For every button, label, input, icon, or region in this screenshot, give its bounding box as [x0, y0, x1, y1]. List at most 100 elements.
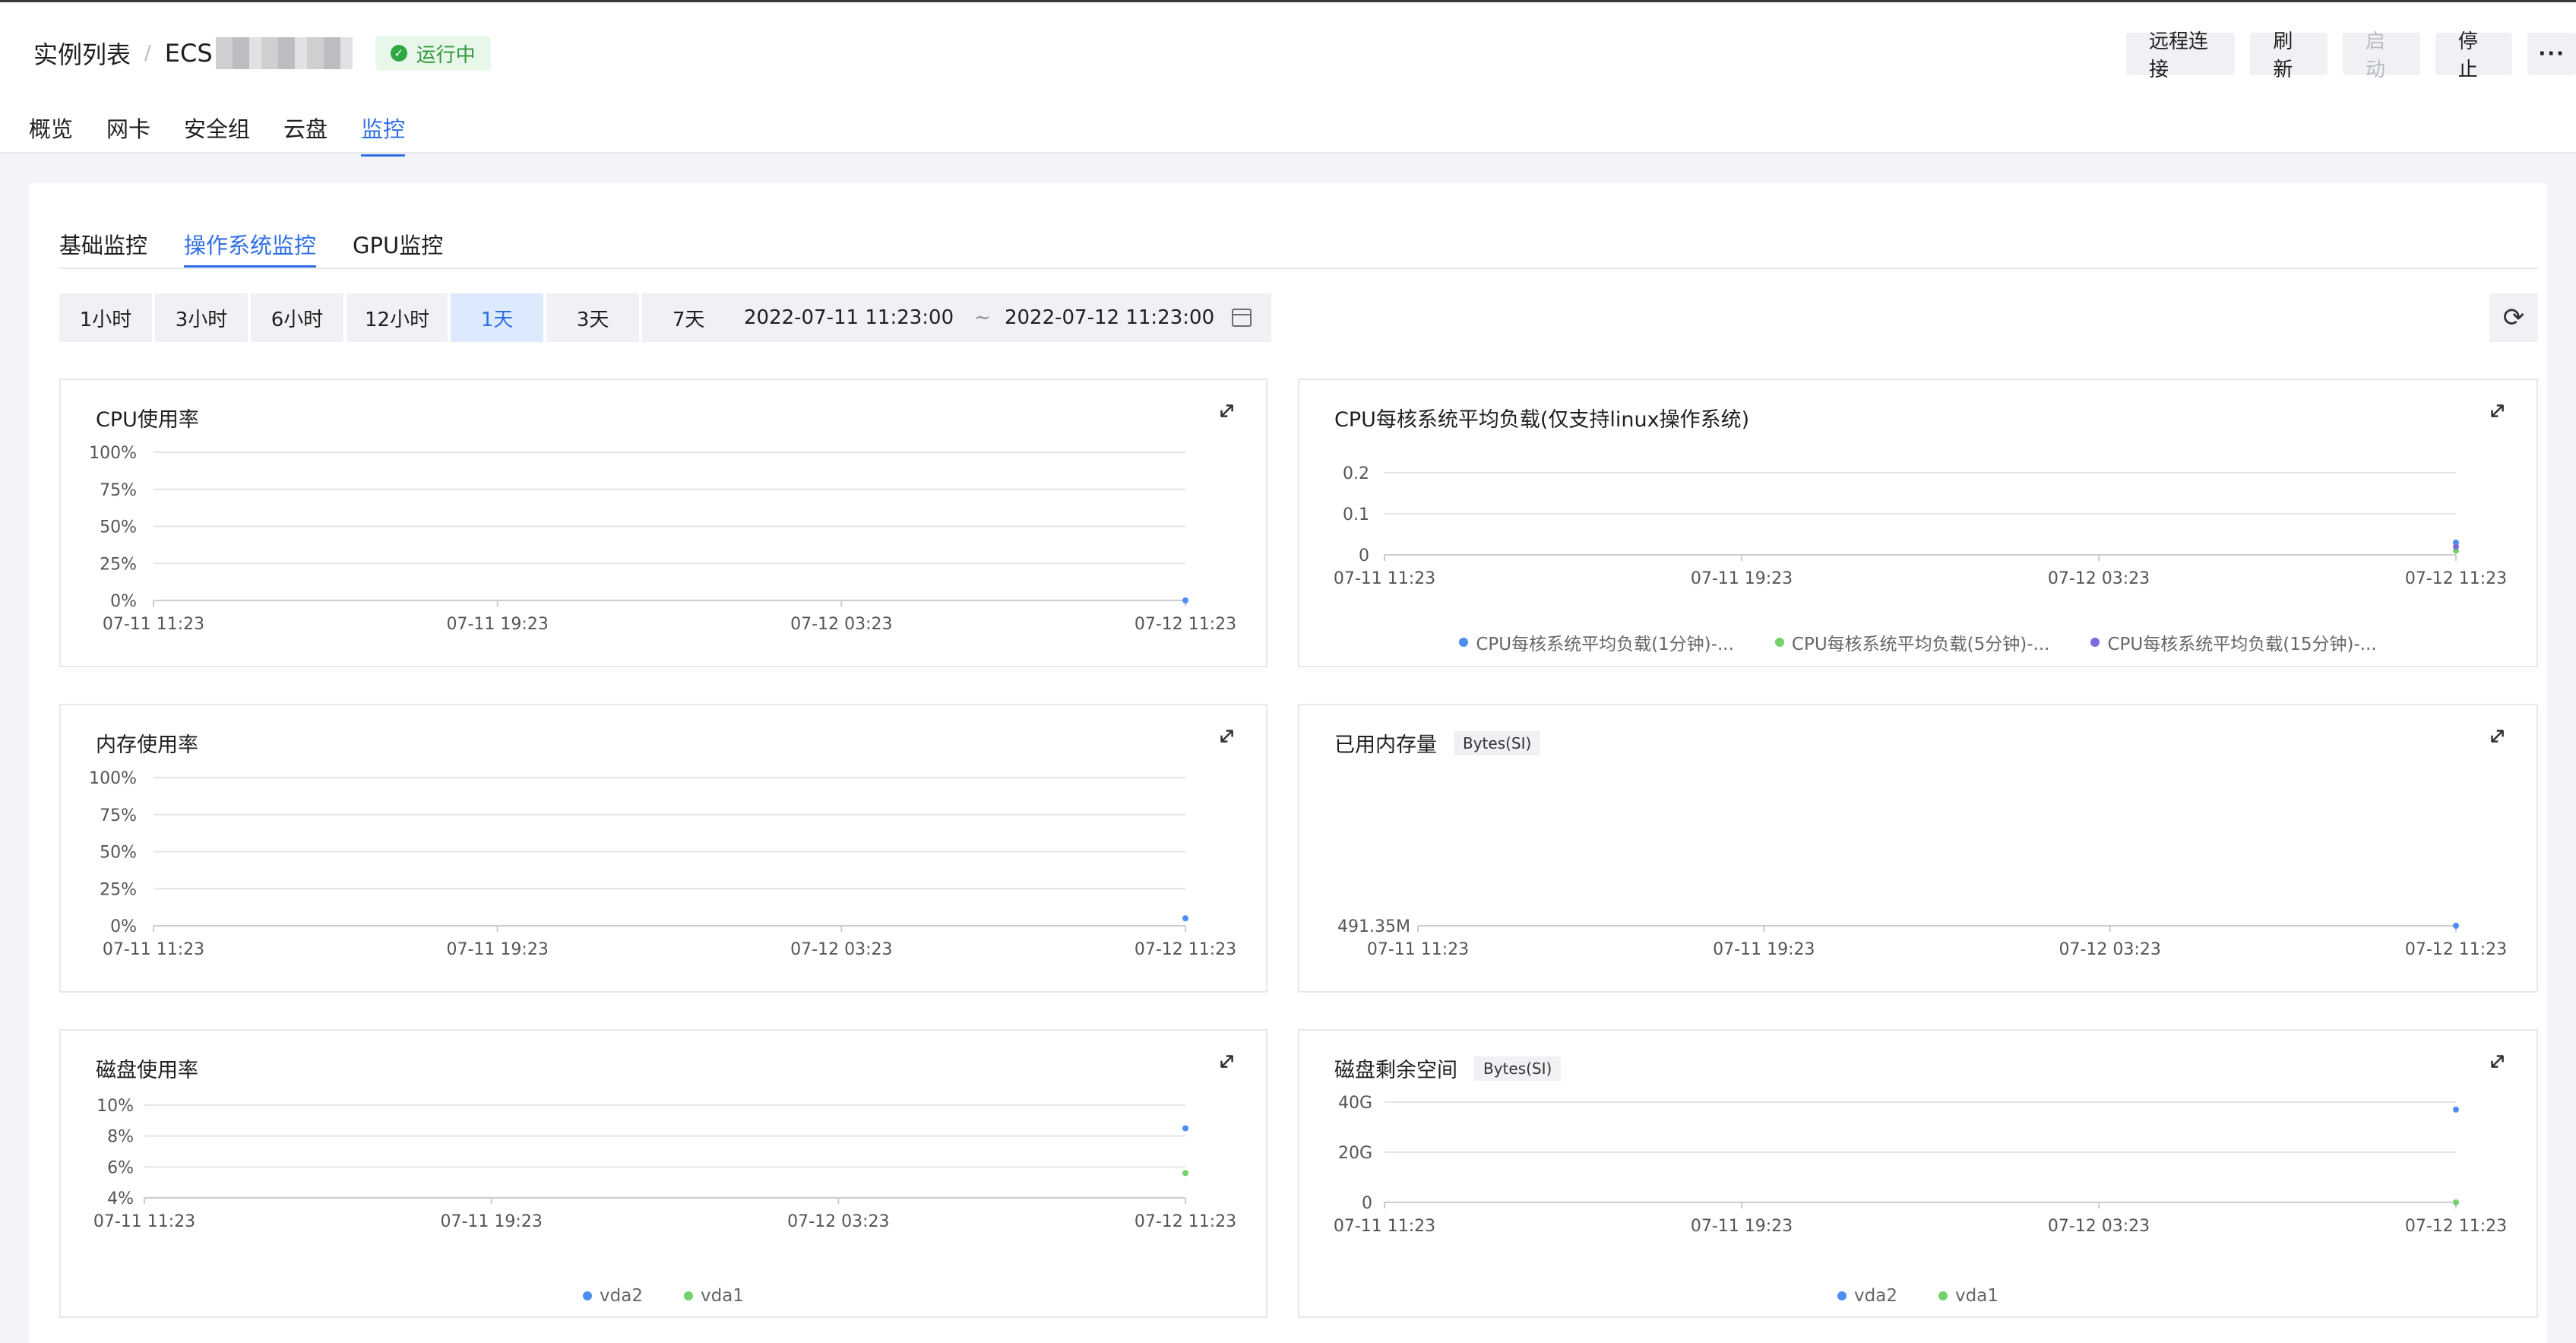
- check-circle-icon: ✓: [390, 45, 407, 62]
- legend-swatch: [2090, 638, 2100, 647]
- legend-item[interactable]: vda2: [1837, 1286, 1897, 1306]
- date-range-picker[interactable]: 2022-07-11 11:23:00 ~ 2022-07-12 11:23:0…: [724, 293, 1271, 342]
- chart-panel-cpu-load: CPU每核系统平均负载(仅支持linux操作系统) ↕ 0.2 0.1 0 07-11…: [1298, 379, 2538, 667]
- chart-panel-memory-usage: 内存使用率 ↕ 100% 75% 50% 25% 0% 07-11 11:23 07-11 …: [59, 704, 1267, 993]
- tab-monitor[interactable]: 监控: [361, 112, 406, 157]
- x-tick-label: 07-12 11:23: [1135, 940, 1236, 959]
- chart-title: 磁盘使用率: [96, 1059, 198, 1082]
- chart-legend: vda2 vda1: [61, 1286, 1266, 1306]
- range-1h-button[interactable]: 1小时: [59, 293, 152, 342]
- legend-item[interactable]: vda1: [1938, 1286, 1998, 1306]
- y-tick-label: 0: [1359, 546, 1369, 565]
- range-3h-button[interactable]: 3小时: [155, 293, 248, 342]
- data-point: [1182, 597, 1188, 603]
- x-tick-label: 07-11 19:23: [1691, 569, 1793, 588]
- range-6h-button[interactable]: 6小时: [251, 293, 343, 342]
- legend-swatch: [1774, 638, 1784, 647]
- y-tick-label: 50%: [100, 518, 137, 537]
- x-tick-label: 07-12 03:23: [2048, 569, 2150, 588]
- chart-legend: vda2 vda1: [1299, 1286, 2536, 1306]
- chart-panel-used-memory: 已用内存量 Bytes(SI) ↕ 491.35M 07-11 11:23 07-11…: [1298, 704, 2538, 993]
- chart-panel-disk-usage: 磁盘使用率 ↕ 10% 8% 6% 4% 07-11 11:23 07-11 19:23 0…: [59, 1029, 1267, 1318]
- tab-disk[interactable]: 云盘: [283, 112, 328, 157]
- remote-connect-button[interactable]: 远程连接: [2126, 30, 2236, 81]
- legend-item[interactable]: CPU每核系统平均负载(5分钟)-...: [1774, 629, 2049, 655]
- y-tick-label: 4%: [107, 1189, 134, 1208]
- stop-button[interactable]: 停止: [2435, 30, 2513, 81]
- legend-item[interactable]: vda2: [583, 1286, 643, 1306]
- chart-title: CPU每核系统平均负载(仅支持linux操作系统): [1334, 408, 1750, 432]
- legend-swatch: [583, 1291, 593, 1300]
- y-tick-label: 75%: [100, 481, 137, 500]
- range-7d-button[interactable]: 7天: [642, 293, 736, 342]
- y-tick-label: 0.2: [1343, 464, 1369, 483]
- range-3d-button[interactable]: 3天: [546, 293, 640, 342]
- subtab-basic-monitor[interactable]: 基础监控: [59, 219, 147, 268]
- y-tick-label: 100%: [89, 444, 137, 463]
- status-text: 运行中: [416, 43, 476, 67]
- x-tick-label: 07-11 19:23: [447, 940, 549, 959]
- legend-item[interactable]: CPU每核系统平均负载(15分钟)-...: [2090, 629, 2377, 655]
- end-date[interactable]: 2022-07-12 11:23:00: [1005, 306, 1232, 329]
- x-tick-label: 07-11 11:23: [103, 940, 204, 959]
- x-tick-label: 07-11 11:23: [103, 615, 204, 634]
- unit-tag: Bytes(SI): [1474, 1056, 1562, 1081]
- instance-tabs: 概览 网卡 安全组 云盘 监控: [29, 112, 406, 157]
- x-tick-label: 07-11 11:23: [1367, 940, 1469, 959]
- refresh-icon[interactable]: ⟳: [2489, 293, 2538, 342]
- y-tick-label: 0%: [110, 917, 137, 936]
- start-button[interactable]: 启动: [2343, 30, 2420, 81]
- chart-title: CPU使用率: [96, 408, 199, 432]
- tab-nic[interactable]: 网卡: [106, 112, 150, 157]
- chart-cpu-usage: 100% 75% 50% 25% 0% 07-11 11:23 07-11 19:23 07-…: [89, 444, 1236, 634]
- y-tick-label: 6%: [107, 1158, 134, 1177]
- data-point: [2453, 1106, 2459, 1113]
- start-date[interactable]: 2022-07-11 11:23:00: [744, 306, 960, 329]
- x-tick-label: 07-12 03:23: [790, 940, 892, 959]
- legend-swatch: [1459, 638, 1469, 647]
- more-actions-button[interactable]: ···: [2527, 33, 2576, 75]
- x-tick-label: 07-11 19:23: [1713, 940, 1815, 959]
- y-tick-label: 0%: [110, 592, 137, 611]
- range-1d-button[interactable]: 1天: [451, 293, 544, 342]
- legend-item[interactable]: CPU每核系统平均负载(1分钟)-...: [1459, 629, 1734, 655]
- chart-title: 内存使用率: [96, 733, 198, 757]
- y-tick-label: 25%: [100, 555, 137, 574]
- subtab-os-monitor[interactable]: 操作系统监控: [184, 219, 317, 268]
- data-point: [1182, 915, 1188, 922]
- y-tick-label: 40G: [1338, 1094, 1372, 1113]
- y-tick-label: 20G: [1338, 1144, 1372, 1163]
- calendar-icon[interactable]: [1232, 309, 1252, 327]
- chart-memory-usage: 100% 75% 50% 25% 0% 07-11 11:23 07-11 19:23 07-…: [89, 769, 1236, 959]
- x-tick-label: 07-12 03:23: [2059, 940, 2161, 959]
- tab-security-group[interactable]: 安全组: [184, 112, 250, 157]
- x-tick-label: 07-12 11:23: [1135, 1212, 1236, 1231]
- x-tick-label: 07-12 11:23: [2405, 1217, 2507, 1236]
- chart-legend: CPU每核系统平均负载(1分钟)-... CPU每核系统平均负载(5分钟)-..…: [1299, 629, 2536, 655]
- y-tick-label: 0.1: [1343, 505, 1369, 524]
- y-tick-label: 10%: [97, 1097, 134, 1116]
- legend-swatch: [684, 1291, 693, 1300]
- chart-panel-cpu-usage: CPU使用率 ↕ 100% 75% 50% 25% 0% 07-11 11:23 07-11…: [59, 379, 1267, 667]
- x-tick-label: 07-12 03:23: [2048, 1217, 2150, 1236]
- range-12h-button[interactable]: 12小时: [347, 293, 448, 342]
- data-point: [2453, 543, 2459, 550]
- y-tick-label: 50%: [100, 844, 137, 863]
- x-tick-label: 07-12 03:23: [787, 1212, 889, 1231]
- legend-swatch: [1938, 1291, 1948, 1300]
- refresh-button[interactable]: 刷新: [2250, 30, 2328, 81]
- legend-item[interactable]: vda1: [684, 1286, 744, 1306]
- x-tick-label: 07-11 11:23: [1334, 1217, 1435, 1236]
- redacted-instance-id: [215, 37, 353, 69]
- breadcrumb-separator: /: [144, 42, 151, 65]
- subtab-gpu-monitor[interactable]: GPU监控: [353, 219, 443, 268]
- tab-overview[interactable]: 概览: [29, 112, 73, 157]
- chart-panel-disk-free: 磁盘剩余空间 Bytes(SI) ↕ 40G 20G 0 07-11 11:23 07-1…: [1298, 1029, 2538, 1318]
- y-tick-label: 491.35M: [1337, 917, 1410, 936]
- x-tick-label: 07-12 11:23: [2405, 569, 2507, 588]
- header-actions: 远程连接 刷新 启动 停止 ···: [2126, 30, 2576, 81]
- time-range-selector: 1小时 3小时 6小时 12小时 1天 3天 7天: [59, 293, 736, 342]
- breadcrumb-instance-list[interactable]: 实例列表: [33, 36, 131, 71]
- monitor-subtabs: 基础监控 操作系统监控 GPU监控: [59, 219, 2538, 269]
- chart-title: 磁盘剩余空间 Bytes(SI): [1334, 1053, 1562, 1083]
